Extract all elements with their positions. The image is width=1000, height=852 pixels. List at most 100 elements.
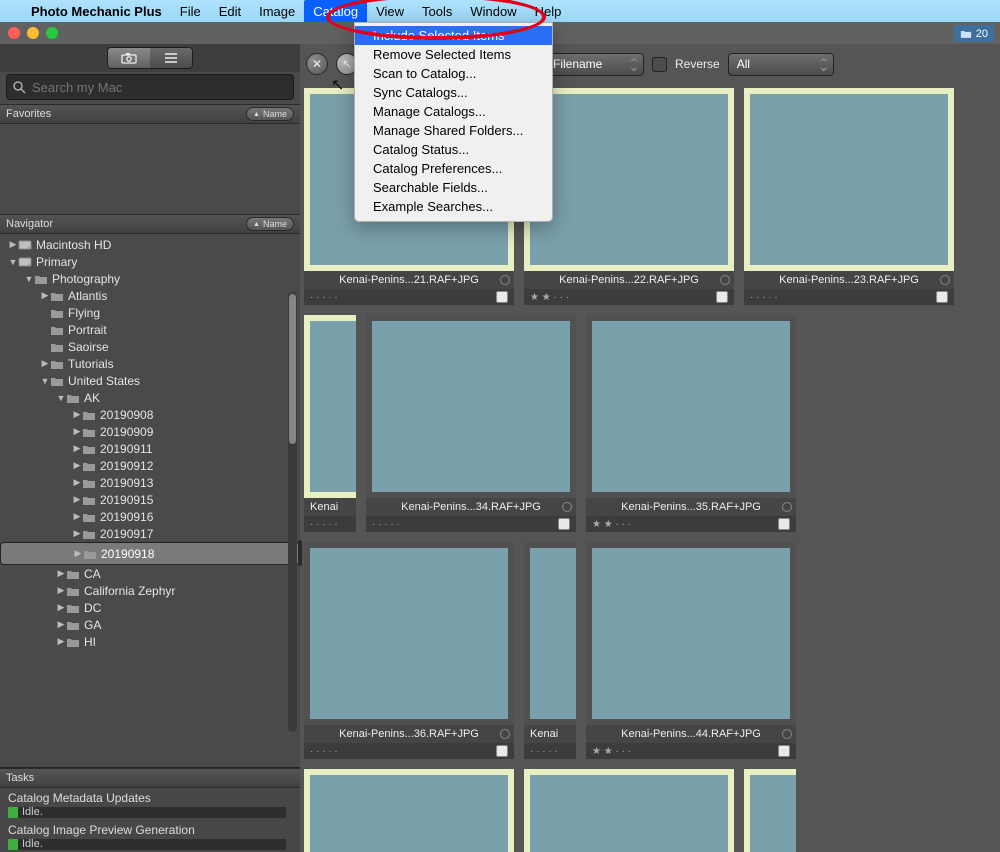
thumbnail-card[interactable]: Kenai· · · · · (524, 542, 576, 759)
color-label[interactable] (496, 291, 508, 303)
thumbnail-card[interactable]: Kenai· · · · · (304, 315, 356, 532)
tree-row-ga[interactable]: ▶GA (0, 616, 300, 633)
thumbnail-card[interactable]: Kenai-Penins...36.RAF+JPG· · · · · (304, 542, 514, 759)
disclosure-triangle-icon[interactable]: ▼ (8, 257, 18, 267)
disclosure-triangle-icon[interactable]: ▼ (24, 274, 34, 284)
menu-file[interactable]: File (171, 0, 210, 22)
tag-circle-icon[interactable] (940, 275, 950, 285)
color-label[interactable] (496, 745, 508, 757)
tree-row-20190909[interactable]: ▶20190909 (0, 423, 300, 440)
stars[interactable]: ★ ★ · · · (530, 292, 569, 303)
thumbnail-card[interactable]: Kenai-Penins...46.RAF+JPG· · · · · (524, 769, 734, 852)
tree-row-20190918[interactable]: ▶20190918 (0, 542, 300, 565)
stars[interactable]: · · · · · (310, 746, 338, 757)
disclosure-triangle-icon[interactable]: ▶ (72, 409, 82, 420)
reverse-checkbox[interactable] (652, 57, 667, 72)
tree-row-tutorials[interactable]: ▶Tutorials (0, 355, 300, 372)
tree-row-20190913[interactable]: ▶20190913 (0, 474, 300, 491)
tag-circle-icon[interactable] (500, 729, 510, 739)
sidebar-resize-handle[interactable] (298, 540, 302, 566)
thumbnail-card[interactable]: Kenai· · · · · (744, 769, 796, 852)
tree-row-california-zephyr[interactable]: ▶California Zephyr (0, 582, 300, 599)
close-tab-button[interactable]: ✕ (306, 53, 328, 75)
sort-name-pill[interactable]: Name (246, 107, 294, 121)
tag-circle-icon[interactable] (720, 275, 730, 285)
menu-tools[interactable]: Tools (413, 0, 461, 22)
disclosure-triangle-icon[interactable]: ▶ (56, 585, 66, 596)
mode-list-button[interactable] (150, 48, 192, 68)
tag-circle-icon[interactable] (562, 502, 572, 512)
thumb-image[interactable] (750, 775, 796, 852)
color-label[interactable] (936, 291, 948, 303)
menu-item-example-searches[interactable]: Example Searches... (355, 197, 552, 216)
disclosure-triangle-icon[interactable]: ▶ (56, 602, 66, 613)
disclosure-triangle-icon[interactable]: ▶ (40, 290, 50, 301)
thumb-image[interactable] (592, 321, 790, 492)
tree-scrollbar[interactable] (288, 292, 297, 732)
stars[interactable]: · · · · · (310, 519, 338, 530)
menu-item-remove-selected-items[interactable]: Remove Selected Items (355, 45, 552, 64)
menu-item-manage-catalogs[interactable]: Manage Catalogs... (355, 102, 552, 121)
tree-row-saoirse[interactable]: Saoirse (0, 338, 300, 355)
thumbnail-card[interactable]: Kenai-Penins...44.RAF+JPG★ ★ · · · (586, 542, 796, 759)
thumbnail-card[interactable]: Kenai-Penins...34.RAF+JPG· · · · · (366, 315, 576, 532)
disclosure-triangle-icon[interactable]: ▶ (72, 426, 82, 437)
thumb-image[interactable] (592, 548, 790, 719)
tree-row-20190916[interactable]: ▶20190916 (0, 508, 300, 525)
tree-row-macintosh-hd[interactable]: ▶Macintosh HD (0, 236, 300, 253)
menu-item-manage-shared-folders[interactable]: Manage Shared Folders... (355, 121, 552, 140)
menu-app[interactable]: Photo Mechanic Plus (22, 0, 171, 22)
thumb-image[interactable] (310, 321, 356, 492)
tree-row-ca[interactable]: ▶CA (0, 565, 300, 582)
minimize-icon[interactable] (27, 27, 39, 39)
menu-edit[interactable]: Edit (210, 0, 250, 22)
color-label[interactable] (716, 291, 728, 303)
disclosure-triangle-icon[interactable]: ▼ (40, 376, 50, 386)
disclosure-triangle-icon[interactable]: ▶ (40, 358, 50, 369)
menu-item-scan-to-catalog[interactable]: Scan to Catalog... (355, 64, 552, 83)
tree-row-20190908[interactable]: ▶20190908 (0, 406, 300, 423)
tree-row-20190915[interactable]: ▶20190915 (0, 491, 300, 508)
tree-row-dc[interactable]: ▶DC (0, 599, 300, 616)
thumb-image[interactable] (530, 775, 728, 852)
menu-view[interactable]: View (367, 0, 413, 22)
search-field[interactable] (6, 74, 294, 100)
menu-item-sync-catalogs[interactable]: Sync Catalogs... (355, 83, 552, 102)
tree-row-portrait[interactable]: Portrait (0, 321, 300, 338)
thumb-image[interactable] (310, 548, 508, 719)
mode-browser-button[interactable] (108, 48, 150, 68)
color-label[interactable] (558, 518, 570, 530)
tree-row-united-states[interactable]: ▼United States (0, 372, 300, 389)
menu-item-searchable-fields[interactable]: Searchable Fields... (355, 178, 552, 197)
disclosure-triangle-icon[interactable]: ▶ (72, 477, 82, 488)
filter-select[interactable]: All (728, 53, 834, 76)
tree-row-ak[interactable]: ▼AK (0, 389, 300, 406)
thumbnail-card[interactable]: Kenai-Penins...35.RAF+JPG★ ★ · · · (586, 315, 796, 532)
tasks-header[interactable]: Tasks (0, 768, 300, 788)
menu-help[interactable]: Help (526, 0, 571, 22)
disclosure-triangle-icon[interactable]: ▶ (72, 528, 82, 539)
thumb-image[interactable] (372, 321, 570, 492)
menu-item-include-selected-items[interactable]: Include Selected Items (355, 26, 552, 45)
thumbnail-card[interactable]: Kenai-Penins...45.RAF+JPG· · · · · (304, 769, 514, 852)
thumbnail-card[interactable]: Kenai-Penins...22.RAF+JPG★ ★ · · · (524, 88, 734, 305)
tree-row-hi[interactable]: ▶HI (0, 633, 300, 650)
disclosure-triangle-icon[interactable]: ▶ (72, 460, 82, 471)
tree-row-flying[interactable]: Flying (0, 304, 300, 321)
disclosure-triangle-icon[interactable]: ▶ (56, 619, 66, 630)
menu-window[interactable]: Window (461, 0, 525, 22)
disclosure-triangle-icon[interactable]: ▶ (56, 568, 66, 579)
disclosure-triangle-icon[interactable]: ▶ (72, 511, 82, 522)
color-label[interactable] (778, 518, 790, 530)
tag-circle-icon[interactable] (500, 275, 510, 285)
stars[interactable]: · · · · · (310, 292, 338, 303)
tag-circle-icon[interactable] (782, 729, 792, 739)
tree-row-atlantis[interactable]: ▶Atlantis (0, 287, 300, 304)
menu-item-catalog-preferences[interactable]: Catalog Preferences... (355, 159, 552, 178)
favorites-header[interactable]: Favorites Name (0, 104, 300, 124)
thumb-image[interactable] (750, 94, 948, 265)
stars[interactable]: · · · · · (372, 519, 400, 530)
thumb-image[interactable] (530, 94, 728, 265)
thumbnail-card[interactable]: Kenai-Penins...23.RAF+JPG· · · · · (744, 88, 954, 305)
sort-select[interactable]: Filename (544, 53, 644, 76)
